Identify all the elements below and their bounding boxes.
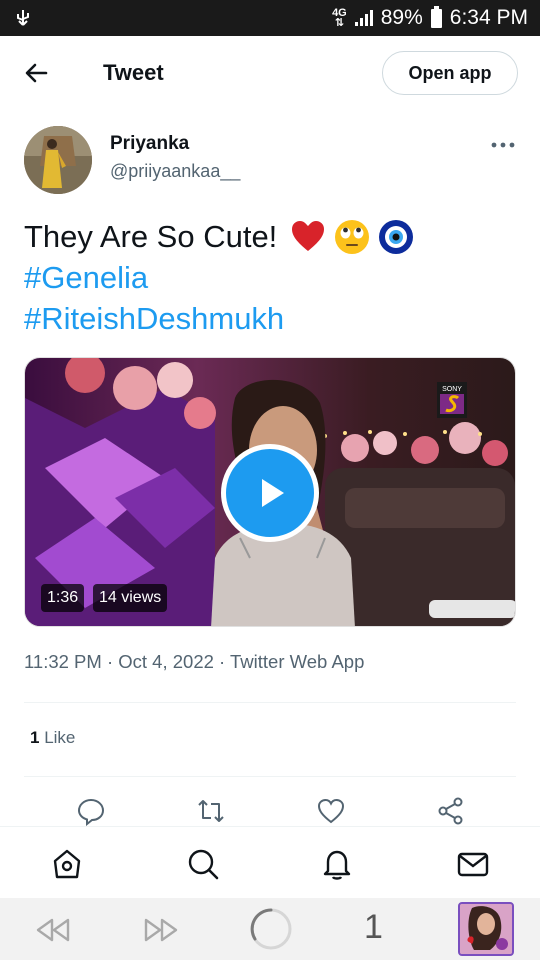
- likes-number: 1: [30, 728, 40, 747]
- divider: [24, 702, 516, 703]
- back-arrow-icon[interactable]: [22, 58, 52, 88]
- browser-toolbar: 1: [0, 898, 540, 960]
- likes-label: Like: [44, 728, 76, 747]
- top-header: Tweet Open app: [0, 36, 540, 110]
- search-icon[interactable]: [186, 847, 220, 881]
- clock: 6:34 PM: [449, 6, 528, 29]
- author-avatar[interactable]: [24, 126, 92, 194]
- hashtag-link[interactable]: #RiteishDeshmukh: [24, 298, 284, 339]
- video-duration: 1:36: [41, 584, 85, 612]
- network-type: 4G ⇅: [332, 7, 347, 29]
- likes-count[interactable]: 1 Like: [30, 728, 75, 748]
- battery-icon: [430, 5, 442, 28]
- retweet-icon[interactable]: [196, 796, 226, 826]
- divider: [24, 776, 516, 777]
- like-icon[interactable]: [316, 796, 346, 826]
- video-player[interactable]: SONY 1:36 14 views: [24, 357, 516, 627]
- author-handle[interactable]: @priiyaankaa__: [110, 161, 240, 182]
- reply-icon[interactable]: [76, 796, 106, 826]
- author-name[interactable]: Priyanka: [110, 133, 189, 155]
- battery-percent: 89%: [380, 6, 423, 29]
- red-heart-icon: [292, 220, 325, 251]
- channel-logo: SONY: [437, 382, 467, 418]
- play-icon: [262, 479, 284, 507]
- messages-icon[interactable]: [456, 847, 490, 881]
- tweet-timestamp[interactable]: 11:32 PM · Oct 4, 2022 · Twitter Web App: [24, 651, 364, 673]
- play-button[interactable]: [221, 444, 319, 542]
- tab-thumbnail[interactable]: [458, 902, 514, 956]
- hashtag-link[interactable]: #Genelia: [24, 257, 148, 298]
- video-views: 14 views: [93, 584, 168, 612]
- more-options-icon[interactable]: [490, 138, 516, 152]
- share-icon[interactable]: [436, 796, 466, 826]
- back-navigation-icon[interactable]: [34, 914, 72, 946]
- status-bar: 4G ⇅ 89% 6:34 PM: [0, 0, 540, 36]
- signal-icon: [354, 10, 373, 26]
- loading-spinner-icon[interactable]: [248, 906, 294, 952]
- forward-navigation-icon[interactable]: [142, 914, 180, 946]
- notifications-icon[interactable]: [320, 847, 354, 881]
- tab-count[interactable]: 1: [364, 908, 383, 947]
- rolling-eyes-face-icon: [335, 219, 370, 254]
- open-app-button[interactable]: Open app: [382, 51, 518, 95]
- nazar-amulet-icon: [379, 219, 414, 254]
- home-icon[interactable]: [50, 847, 84, 881]
- bottom-navigation: [0, 826, 540, 898]
- tweet-actions: [0, 790, 540, 830]
- page-title: Tweet: [103, 60, 164, 85]
- tweet-text: They Are So Cute! #Genelia #RiteishDeshm…: [24, 216, 516, 339]
- usb-icon: [17, 10, 29, 26]
- svg-text:SONY: SONY: [442, 386, 462, 393]
- tweet-body: They Are So Cute!: [24, 219, 278, 254]
